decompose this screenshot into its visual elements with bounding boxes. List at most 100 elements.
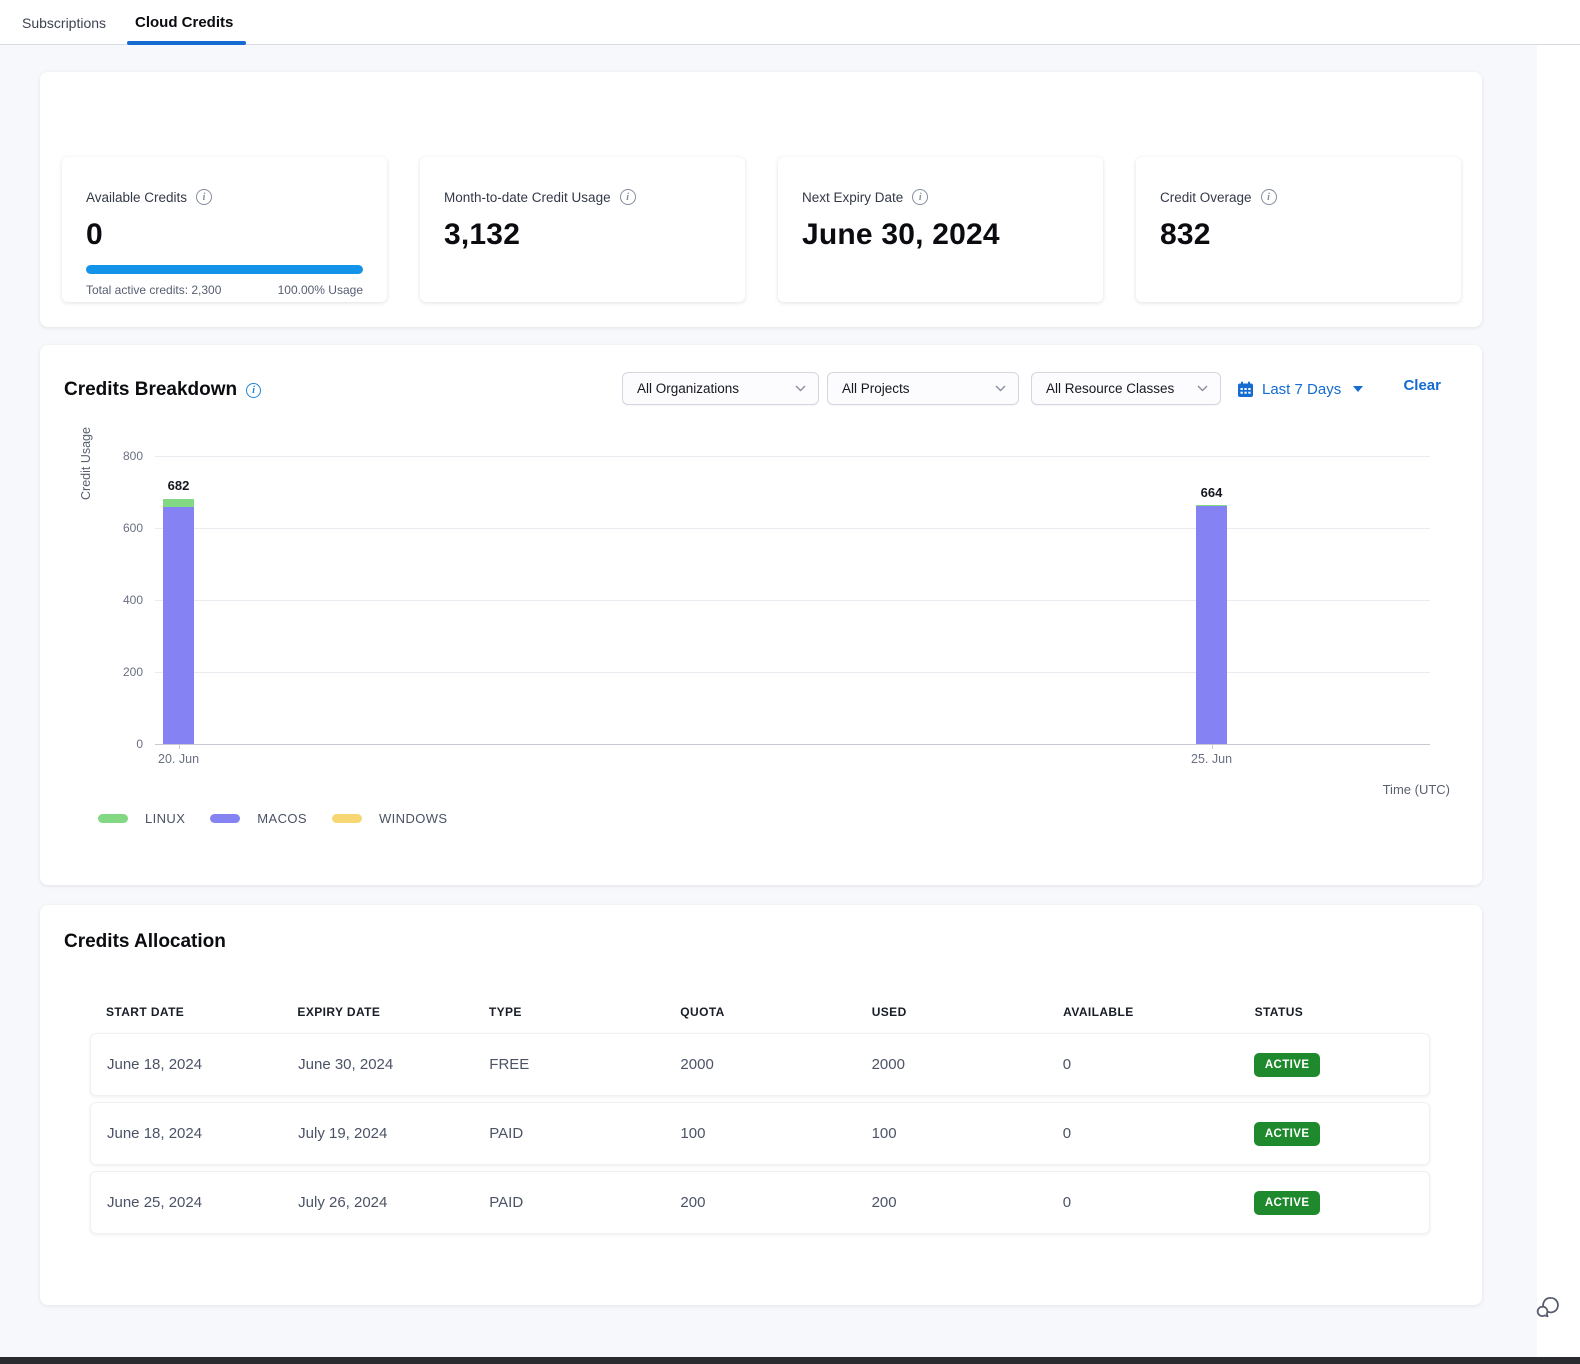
tab-cloud-credits[interactable]: Cloud Credits	[135, 0, 233, 45]
credit-overage-label: Credit Overage	[1160, 190, 1252, 205]
chart-y-axis-label: Credit Usage	[79, 427, 93, 500]
y-axis-tick: 0	[136, 737, 143, 751]
bar-segment-macos	[163, 507, 194, 744]
status-badge: ACTIVE	[1254, 1122, 1321, 1146]
chart-legend: LINUX MACOS WINDOWS	[98, 811, 447, 826]
gridline	[155, 600, 1430, 601]
info-icon[interactable]: i	[196, 189, 212, 205]
stacked-bar: 682	[163, 498, 194, 744]
chevron-down-icon	[1197, 385, 1208, 392]
cell-expiry: July 26, 2024	[282, 1194, 473, 1211]
next-expiry-card: Next Expiry Date i June 30, 2024	[778, 157, 1103, 302]
y-axis-tick: 600	[123, 521, 143, 535]
info-icon[interactable]: i	[912, 189, 928, 205]
active-tab-underline	[127, 41, 246, 45]
table-row: June 18, 2024July 19, 2024PAID1001000ACT…	[90, 1102, 1430, 1165]
status-badge: ACTIVE	[1254, 1191, 1321, 1215]
y-axis-tick: 200	[123, 665, 143, 679]
cell-available: 0	[1047, 1194, 1238, 1211]
gridline	[155, 744, 1430, 745]
cell-quota: 200	[664, 1194, 855, 1211]
column-header: AVAILABLE	[1047, 1005, 1238, 1019]
x-axis-tick	[1212, 744, 1213, 749]
table-row: June 18, 2024June 30, 2024FREE200020000A…	[90, 1033, 1430, 1096]
column-header: USED	[856, 1005, 1047, 1019]
table-row: June 25, 2024July 26, 2024PAID2002000ACT…	[90, 1171, 1430, 1234]
tab-bar: Subscriptions Cloud Credits	[0, 0, 1580, 45]
column-header: EXPIRY DATE	[281, 1005, 472, 1019]
column-header: STATUS	[1239, 1005, 1430, 1019]
chat-bubbles-icon	[1533, 1293, 1561, 1321]
allocation-table: START DATEEXPIRY DATETYPEQUOTAUSEDAVAILA…	[90, 1005, 1430, 1240]
cell-available: 0	[1047, 1125, 1238, 1142]
organizations-dropdown-value: All Organizations	[637, 381, 739, 396]
bar-segment-macos	[1196, 506, 1227, 744]
info-icon[interactable]: i	[620, 189, 636, 205]
total-active-credits: Total active credits: 2,300	[86, 283, 221, 297]
cell-expiry: July 19, 2024	[282, 1125, 473, 1142]
credits-allocation-title: Credits Allocation	[64, 931, 226, 953]
legend-item-linux[interactable]: LINUX	[98, 811, 185, 826]
column-header: QUOTA	[664, 1005, 855, 1019]
breakdown-filters: All Organizations All Projects All Resou…	[40, 372, 1482, 405]
column-header: TYPE	[473, 1005, 664, 1019]
resource-classes-dropdown[interactable]: All Resource Classes	[1031, 372, 1221, 405]
gridline	[155, 672, 1430, 673]
chart-x-axis-label: Time (UTC)	[1383, 782, 1450, 797]
credits-usage-card: Credits & Usage Available Credits i 0 To…	[40, 72, 1482, 327]
legend-item-macos[interactable]: MACOS	[210, 811, 307, 826]
credit-overage-card: Credit Overage i 832	[1136, 157, 1461, 302]
calendar-icon	[1237, 381, 1254, 398]
support-chat-button[interactable]	[1530, 1290, 1564, 1324]
next-expiry-label: Next Expiry Date	[802, 190, 903, 205]
legend-label: MACOS	[257, 811, 307, 826]
date-range-picker[interactable]: Last 7 Days	[1237, 376, 1363, 402]
cell-quota: 100	[664, 1125, 855, 1142]
info-icon[interactable]: i	[1261, 189, 1277, 205]
chevron-down-icon	[795, 385, 806, 392]
legend-label: LINUX	[145, 811, 185, 826]
usage-percent: 100.00% Usage	[278, 283, 363, 297]
allocation-table-header: START DATEEXPIRY DATETYPEQUOTAUSEDAVAILA…	[90, 1005, 1430, 1019]
legend-swatch	[210, 814, 240, 823]
credits-allocation-card: Credits Allocation START DATEEXPIRY DATE…	[40, 905, 1482, 1305]
cell-start: June 18, 2024	[91, 1125, 282, 1142]
cell-type: PAID	[473, 1125, 664, 1142]
bar-total-label: 682	[168, 478, 190, 493]
available-credits-card: Available Credits i 0 Total active credi…	[62, 157, 387, 302]
mtd-usage-label: Month-to-date Credit Usage	[444, 190, 611, 205]
bottom-window-edge	[0, 1357, 1580, 1364]
legend-item-windows[interactable]: WINDOWS	[332, 811, 448, 826]
cell-expiry: June 30, 2024	[282, 1056, 473, 1073]
gridline	[155, 456, 1430, 457]
bar-total-label: 664	[1201, 485, 1223, 500]
clear-filters-button[interactable]: Clear	[1403, 377, 1441, 394]
projects-dropdown-value: All Projects	[842, 381, 910, 396]
x-axis-tick-label: 20. Jun	[158, 752, 199, 766]
tab-subscriptions[interactable]: Subscriptions	[22, 0, 106, 45]
column-header: START DATE	[90, 1005, 281, 1019]
projects-dropdown[interactable]: All Projects	[827, 372, 1019, 405]
bar-segment-linux	[163, 499, 194, 508]
cell-used: 200	[856, 1194, 1047, 1211]
status-badge: ACTIVE	[1254, 1053, 1321, 1077]
organizations-dropdown[interactable]: All Organizations	[622, 372, 819, 405]
available-credits-label: Available Credits	[86, 190, 187, 205]
legend-label: WINDOWS	[379, 811, 448, 826]
credits-breakdown-card: Credits Breakdown i All Organizations Al…	[40, 345, 1482, 885]
cell-type: FREE	[473, 1056, 664, 1073]
credits-progress-bar	[86, 265, 363, 274]
cell-type: PAID	[473, 1194, 664, 1211]
next-expiry-value: June 30, 2024	[802, 218, 1079, 252]
x-axis-tick	[179, 744, 180, 749]
credit-usage-chart: 020040060080068220. Jun66425. Jun	[155, 456, 1430, 744]
stacked-bar: 664	[1196, 505, 1227, 744]
legend-swatch	[98, 814, 128, 823]
x-axis-tick-label: 25. Jun	[1191, 752, 1232, 766]
y-axis-tick: 400	[123, 593, 143, 607]
date-range-value: Last 7 Days	[1262, 381, 1341, 398]
gridline	[155, 528, 1430, 529]
legend-swatch	[332, 814, 362, 823]
cell-start: June 18, 2024	[91, 1056, 282, 1073]
resource-classes-dropdown-value: All Resource Classes	[1046, 381, 1174, 396]
